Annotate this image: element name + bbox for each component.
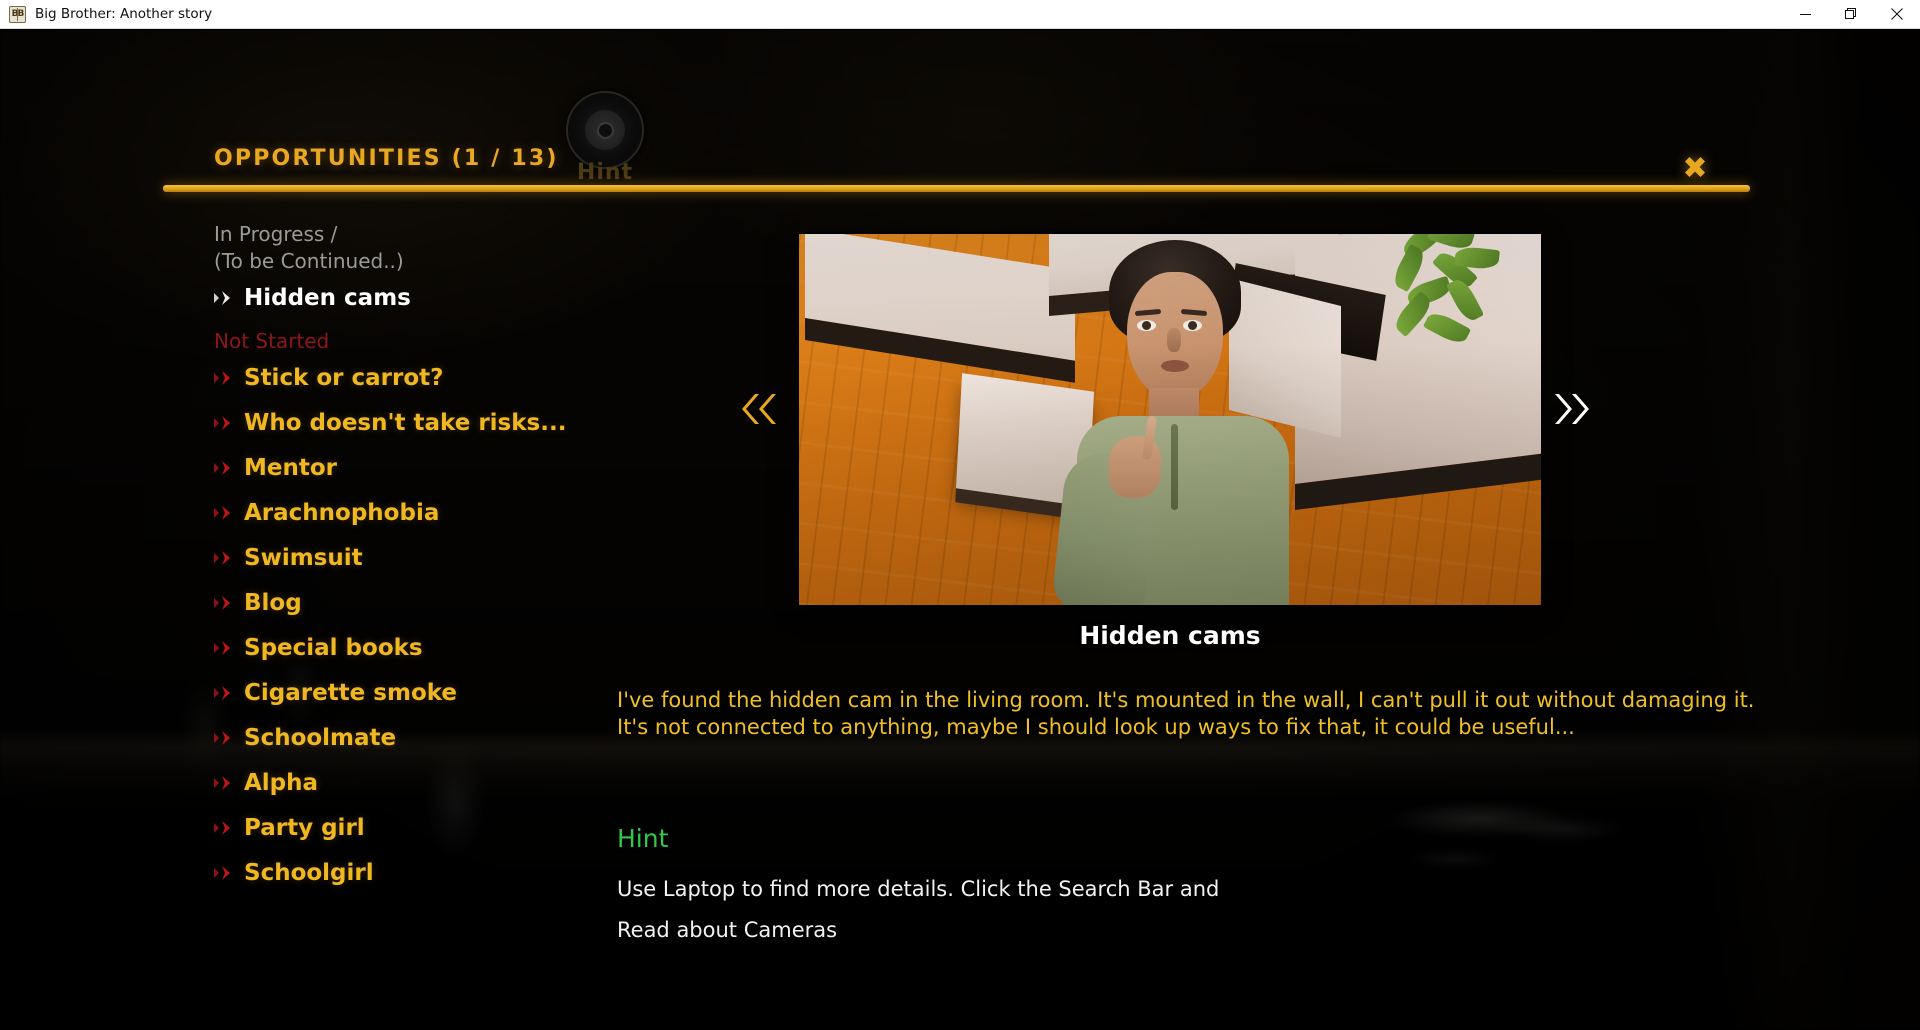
- list-item[interactable]: Who doesn't take risks...: [214, 400, 754, 445]
- list-item-label: Alpha: [244, 769, 319, 796]
- list-item-label: Mentor: [244, 454, 337, 481]
- hint-circle-button[interactable]: [566, 91, 644, 169]
- list-item-label: Arachnophobia: [244, 499, 440, 526]
- header-divider: [163, 185, 1750, 192]
- list-item[interactable]: Hidden cams: [214, 275, 754, 320]
- arrow-bullet-icon: [214, 290, 244, 306]
- group-label-not-started: Not Started: [214, 329, 330, 353]
- arrow-bullet-icon: [214, 730, 244, 746]
- list-item-label: Who doesn't take risks...: [244, 409, 567, 436]
- hint-lens-icon: [585, 110, 625, 150]
- arrow-bullet-icon: [214, 775, 244, 791]
- list-item-label: Cigarette smoke: [244, 679, 458, 706]
- window-title-bar: BB Big Brother: Another story: [0, 0, 1920, 29]
- list-item[interactable]: Alpha: [214, 760, 754, 805]
- list-item-label: Party girl: [244, 814, 365, 841]
- preview-color-grade: [799, 234, 1541, 605]
- arrow-bullet-icon: [214, 820, 244, 836]
- previous-opportunity-button[interactable]: [730, 381, 786, 437]
- hint-text: Use Laptop to find more details. Click t…: [617, 869, 1737, 951]
- list-item[interactable]: Party girl: [214, 805, 754, 850]
- arrow-bullet-icon: [214, 865, 244, 881]
- list-item-label: Special books: [244, 634, 423, 661]
- list-item-label: Schoolmate: [244, 724, 397, 751]
- restore-icon[interactable]: [1828, 0, 1874, 29]
- list-item[interactable]: Stick or carrot?: [214, 355, 754, 400]
- double-chevron-left-icon: [742, 394, 776, 424]
- opportunity-description: I've found the hidden cam in the living …: [617, 687, 1755, 741]
- next-opportunity-button[interactable]: [1545, 381, 1601, 437]
- minimize-icon[interactable]: [1782, 0, 1828, 29]
- close-icon[interactable]: [1874, 0, 1920, 29]
- arrow-bullet-icon: [214, 505, 244, 521]
- game-viewport: Hint OPPORTUNITIES (1 / 13) In Progress …: [0, 29, 1920, 1030]
- list-item[interactable]: Arachnophobia: [214, 490, 754, 535]
- hint-line-2: Read about Cameras: [617, 918, 838, 942]
- list-item[interactable]: Blog: [214, 580, 754, 625]
- arrow-bullet-icon: [214, 685, 244, 701]
- list-item-label: Stick or carrot?: [244, 364, 444, 391]
- arrow-bullet-icon: [214, 550, 244, 566]
- app-icon: BB: [9, 5, 26, 23]
- opportunities-panel: Hint OPPORTUNITIES (1 / 13) In Progress …: [0, 29, 1920, 1030]
- hint-line-1: Use Laptop to find more details. Click t…: [617, 877, 1220, 901]
- arrow-bullet-icon: [214, 595, 244, 611]
- hint-heading: Hint: [617, 824, 669, 853]
- window-controls: [1782, 0, 1920, 29]
- arrow-bullet-icon: [214, 460, 244, 476]
- arrow-bullet-icon: [214, 640, 244, 656]
- list-item[interactable]: Swimsuit: [214, 535, 754, 580]
- group-label-in-progress-line2: (To be Continued..): [214, 249, 404, 273]
- preview-caption: Hidden cams: [1079, 621, 1261, 650]
- window-title: Big Brother: Another story: [35, 6, 213, 22]
- description-line-1: I've found the hidden cam in the living …: [617, 688, 1755, 712]
- description-line-2: It's not connected to anything, maybe I …: [617, 715, 1575, 739]
- preview-scene: [799, 234, 1541, 605]
- double-chevron-right-icon: [1555, 394, 1589, 424]
- list-item[interactable]: Special books: [214, 625, 754, 670]
- arrow-bullet-icon: [214, 415, 244, 431]
- hint-circle-label: Hint: [576, 160, 634, 185]
- list-item-label: Hidden cams: [244, 284, 411, 311]
- list-item-label: Swimsuit: [244, 544, 363, 571]
- list-item-label: Schoolgirl: [244, 859, 374, 886]
- list-item-label: Blog: [244, 589, 302, 616]
- opportunity-list: In Progress / (To be Continued..) Hidden…: [214, 221, 754, 895]
- arrow-bullet-icon: [214, 370, 244, 386]
- close-panel-button[interactable]: [1675, 147, 1715, 187]
- list-item[interactable]: Mentor: [214, 445, 754, 490]
- opportunity-preview-image: [799, 234, 1541, 605]
- group-label-in-progress-line1: In Progress /: [214, 222, 338, 246]
- page-title: OPPORTUNITIES (1 / 13): [214, 146, 559, 171]
